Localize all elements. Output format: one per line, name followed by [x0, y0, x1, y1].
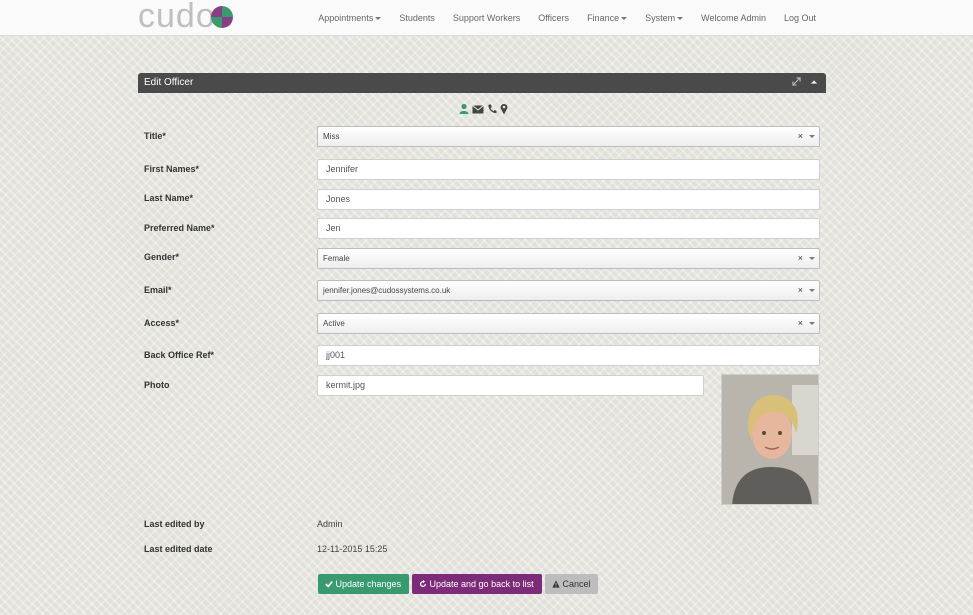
user-icon[interactable]	[459, 103, 469, 115]
gender-value: Female	[323, 254, 350, 263]
gender-select[interactable]: Female ×	[317, 248, 820, 269]
cancel-button[interactable]: Cancel	[545, 574, 598, 594]
nav-system[interactable]: System	[636, 13, 692, 23]
last-name-field[interactable]: Jones	[317, 189, 820, 210]
top-navbar: cudos Appointments Students Support Work…	[0, 0, 973, 36]
nav-log-out[interactable]: Log Out	[775, 13, 825, 23]
nav-label: Finance	[587, 13, 620, 23]
nav-menu: Appointments Students Support Workers Of…	[309, 0, 825, 36]
warning-icon	[552, 580, 560, 588]
email-select[interactable]: jennifer.jones@cudossystems.co.uk ×	[317, 280, 820, 301]
nav-support-workers[interactable]: Support Workers	[444, 13, 529, 23]
update-and-back-label: Update and go back to list	[429, 579, 534, 589]
panel-header: Edit Officer	[138, 73, 826, 93]
logo-dot-icon	[211, 6, 233, 28]
last-edited-date-value: 12-11-2015 15:25	[317, 544, 388, 554]
title-value: Miss	[323, 132, 340, 141]
collapse-icon[interactable]	[810, 73, 818, 93]
title-select[interactable]: Miss ×	[317, 126, 820, 147]
back-office-ref-label: Back Office Ref*	[144, 350, 215, 360]
panel-tools	[792, 73, 818, 93]
preferred-name-field[interactable]: Jen	[317, 218, 820, 239]
panel-title: Edit Officer	[144, 77, 194, 88]
chevron-down-icon[interactable]	[809, 257, 815, 260]
nav-label: Appointments	[318, 13, 374, 23]
chevron-down-icon[interactable]	[809, 322, 815, 325]
nav-appointments[interactable]: Appointments	[309, 13, 390, 23]
access-select[interactable]: Active ×	[317, 313, 820, 334]
check-icon	[325, 581, 333, 588]
nav-finance[interactable]: Finance	[578, 13, 636, 23]
nav-welcome-admin[interactable]: Welcome Admin	[692, 13, 775, 23]
nav-officers[interactable]: Officers	[529, 13, 578, 23]
last-edited-date-label: Last edited date	[144, 544, 213, 554]
caret-down-icon	[621, 17, 628, 21]
phone-icon[interactable]	[487, 103, 497, 115]
expand-icon[interactable]	[792, 73, 801, 93]
photo-label: Photo	[144, 380, 170, 390]
clear-icon[interactable]: ×	[798, 249, 803, 268]
clear-icon[interactable]: ×	[798, 281, 803, 300]
clear-icon[interactable]: ×	[798, 127, 803, 146]
nav-students[interactable]: Students	[390, 13, 444, 23]
first-names-field[interactable]: Jennifer	[317, 159, 820, 180]
preferred-name-label: Preferred Name*	[144, 223, 215, 233]
title-label: Title*	[144, 131, 166, 141]
update-changes-button[interactable]: Update changes	[318, 574, 409, 594]
email-label: Email*	[144, 285, 172, 295]
caret-down-icon	[375, 17, 382, 21]
update-changes-label: Update changes	[335, 579, 402, 589]
email-value: jennifer.jones@cudossystems.co.uk	[323, 286, 451, 295]
envelope-icon[interactable]	[472, 103, 484, 115]
cudos-logo[interactable]: cudos	[138, 0, 234, 33]
access-value: Active	[323, 319, 345, 328]
officer-photo	[721, 374, 819, 505]
first-names-label: First Names*	[144, 164, 200, 174]
map-marker-icon[interactable]	[500, 103, 508, 115]
refresh-icon	[419, 580, 427, 588]
clear-icon[interactable]: ×	[798, 314, 803, 333]
cancel-label: Cancel	[562, 579, 591, 589]
gender-label: Gender*	[144, 252, 180, 262]
caret-down-icon	[677, 17, 684, 21]
nav-label: System	[645, 13, 676, 23]
last-edited-by-value: Admin	[317, 519, 343, 529]
chevron-down-icon[interactable]	[809, 135, 815, 138]
last-name-label: Last Name*	[144, 193, 194, 203]
last-edited-by-label: Last edited by	[144, 519, 205, 529]
photo-field[interactable]: kermit.jpg	[317, 375, 704, 396]
update-and-back-button[interactable]: Update and go back to list	[412, 574, 542, 594]
section-tab-icons	[459, 103, 508, 115]
back-office-ref-field[interactable]: jj001	[317, 345, 820, 366]
chevron-down-icon[interactable]	[809, 289, 815, 292]
access-label: Access*	[144, 318, 180, 328]
